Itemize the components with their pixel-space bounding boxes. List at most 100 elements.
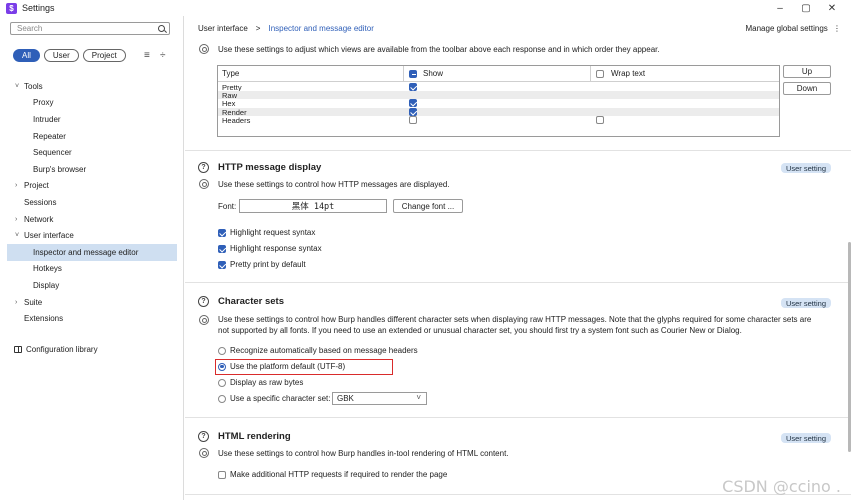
maximize-icon[interactable]: ▢ xyxy=(793,3,819,14)
breadcrumb-current: Inspector and message editor xyxy=(268,24,374,33)
show-all-checkbox[interactable] xyxy=(409,70,417,78)
settings-gear-icon[interactable] xyxy=(199,315,209,325)
configuration-library-link[interactable]: Configuration library xyxy=(14,345,98,354)
pretty-print-option[interactable]: Pretty print by default xyxy=(218,260,306,269)
charset-specific-option[interactable]: Use a specific character set: xyxy=(218,394,330,403)
more-menu-icon[interactable]: ⋮ xyxy=(833,24,841,33)
tree-item-suite[interactable]: › Suite xyxy=(0,294,184,311)
search-placeholder: Search xyxy=(17,24,43,33)
checkbox[interactable] xyxy=(218,470,226,479)
manage-global-settings-link[interactable]: Manage global settings ⋮ xyxy=(745,24,841,33)
row-type: Headers xyxy=(222,115,251,125)
highlight-response-option[interactable]: Highlight response syntax xyxy=(218,244,322,253)
tree-item-label: Sessions xyxy=(24,197,57,207)
show-checkbox[interactable] xyxy=(409,99,417,108)
help-icon[interactable]: ? xyxy=(198,296,209,307)
column-divider xyxy=(403,66,404,82)
filter-all-button[interactable]: All xyxy=(13,49,40,62)
tree-item-label: Inspector and message editor xyxy=(33,247,139,257)
charset-select[interactable]: GBK ˅ xyxy=(332,392,427,405)
wrap-all-checkbox[interactable] xyxy=(596,70,604,78)
tree-item-hotkeys[interactable]: Hotkeys xyxy=(0,261,184,278)
breadcrumb-root[interactable]: User interface xyxy=(198,24,248,33)
change-font-button[interactable]: Change font ... xyxy=(393,199,463,213)
chevron-down-icon: ˅ xyxy=(416,393,421,402)
highlight-request-option[interactable]: Highlight request syntax xyxy=(218,228,315,237)
chevron-down-icon: ˅ xyxy=(15,82,20,90)
title-bar: $ Settings – ▢ ✕ xyxy=(0,0,851,16)
http-display-description: Use these settings to control how HTTP m… xyxy=(218,180,450,189)
filter-project-button[interactable]: Project xyxy=(82,49,126,62)
filter-user-button[interactable]: User xyxy=(43,49,79,62)
user-setting-badge: User setting xyxy=(780,433,831,443)
tree-item-label: Hotkeys xyxy=(33,264,62,274)
charsets-description: Use these settings to control how Burp h… xyxy=(218,315,812,335)
font-label: Font: xyxy=(218,202,237,211)
checkbox[interactable] xyxy=(218,244,226,253)
option-label: Recognize automatically based on message… xyxy=(230,346,418,355)
font-field[interactable]: 黑体 14pt xyxy=(239,199,387,213)
tree-item-burps-browser[interactable]: Burp's browser xyxy=(0,161,184,178)
minimize-icon[interactable]: – xyxy=(767,3,793,14)
expand-all-icon[interactable]: ≡ xyxy=(144,50,150,61)
toolbar-description: Use these settings to adjust which views… xyxy=(218,45,660,54)
additional-requests-option[interactable]: Make additional HTTP requests if require… xyxy=(218,470,447,479)
tree-item-user-interface[interactable]: ˅ User interface xyxy=(0,227,184,244)
tree-item-label: Proxy xyxy=(33,98,54,108)
help-icon[interactable]: ? xyxy=(198,162,209,173)
move-down-button[interactable]: Down xyxy=(783,82,831,95)
settings-tree: ˅ Tools Proxy Intruder Repeater Sequencer… xyxy=(0,78,184,327)
checkbox[interactable] xyxy=(218,228,226,237)
tree-item-proxy[interactable]: Proxy xyxy=(0,95,184,112)
section-divider xyxy=(185,150,851,151)
move-up-button[interactable]: Up xyxy=(783,65,831,78)
show-checkbox[interactable] xyxy=(409,83,417,91)
search-icon[interactable] xyxy=(158,25,165,32)
settings-gear-icon[interactable] xyxy=(199,448,209,458)
tree-item-repeater[interactable]: Repeater xyxy=(0,128,184,145)
radio-button[interactable] xyxy=(218,394,226,403)
charset-raw-bytes-option[interactable]: Display as raw bytes xyxy=(218,378,303,387)
tree-item-extensions[interactable]: Extensions xyxy=(0,310,184,327)
radio-button[interactable] xyxy=(218,346,226,355)
column-header-show[interactable]: Show xyxy=(423,69,443,78)
manage-global-settings-label: Manage global settings xyxy=(745,24,828,33)
tree-item-sequencer[interactable]: Sequencer xyxy=(0,144,184,161)
section-divider xyxy=(185,417,851,418)
table-row[interactable]: Headers xyxy=(218,115,779,125)
close-icon[interactable]: ✕ xyxy=(819,3,845,14)
column-header-type[interactable]: Type xyxy=(222,69,239,78)
tree-item-network[interactable]: › Network xyxy=(0,211,184,228)
breadcrumb: User interface > Inspector and message e… xyxy=(198,24,374,33)
table-row[interactable]: Render xyxy=(218,107,779,117)
show-checkbox[interactable] xyxy=(409,115,417,124)
table-row[interactable]: Pretty xyxy=(218,83,779,92)
table-row[interactable]: Raw xyxy=(218,91,779,100)
radio-button[interactable] xyxy=(218,378,226,387)
tree-item-display[interactable]: Display xyxy=(0,277,184,294)
option-label: Display as raw bytes xyxy=(230,378,304,387)
collapse-all-icon[interactable]: ÷ xyxy=(160,50,166,61)
table-header: Type Show Wrap text xyxy=(218,66,779,82)
wrap-text-checkbox[interactable] xyxy=(596,115,604,124)
book-icon xyxy=(14,346,22,353)
tree-item-project[interactable]: › Project xyxy=(0,178,184,195)
option-label: Pretty print by default xyxy=(230,260,306,269)
checkbox[interactable] xyxy=(218,260,226,269)
column-header-wrap-text[interactable]: Wrap text xyxy=(611,69,645,78)
tree-item-intruder[interactable]: Intruder xyxy=(0,111,184,128)
charsets-title: Character sets xyxy=(218,296,285,307)
settings-gear-icon[interactable] xyxy=(199,179,209,189)
table-row[interactable]: Hex xyxy=(218,99,779,108)
window-title: Settings xyxy=(22,3,55,13)
help-icon[interactable]: ? xyxy=(198,431,209,442)
tree-item-inspector-message-editor[interactable]: Inspector and message editor xyxy=(7,243,177,261)
html-rendering-title: HTML rendering xyxy=(218,431,291,442)
tree-item-tools[interactable]: ˅ Tools xyxy=(0,78,184,95)
search-input[interactable]: Search xyxy=(10,22,170,35)
column-divider xyxy=(590,66,591,82)
charset-auto-option[interactable]: Recognize automatically based on message… xyxy=(218,346,418,355)
settings-gear-icon[interactable] xyxy=(199,44,209,54)
tree-item-sessions[interactable]: Sessions xyxy=(0,194,184,211)
show-checkbox[interactable] xyxy=(409,107,417,116)
